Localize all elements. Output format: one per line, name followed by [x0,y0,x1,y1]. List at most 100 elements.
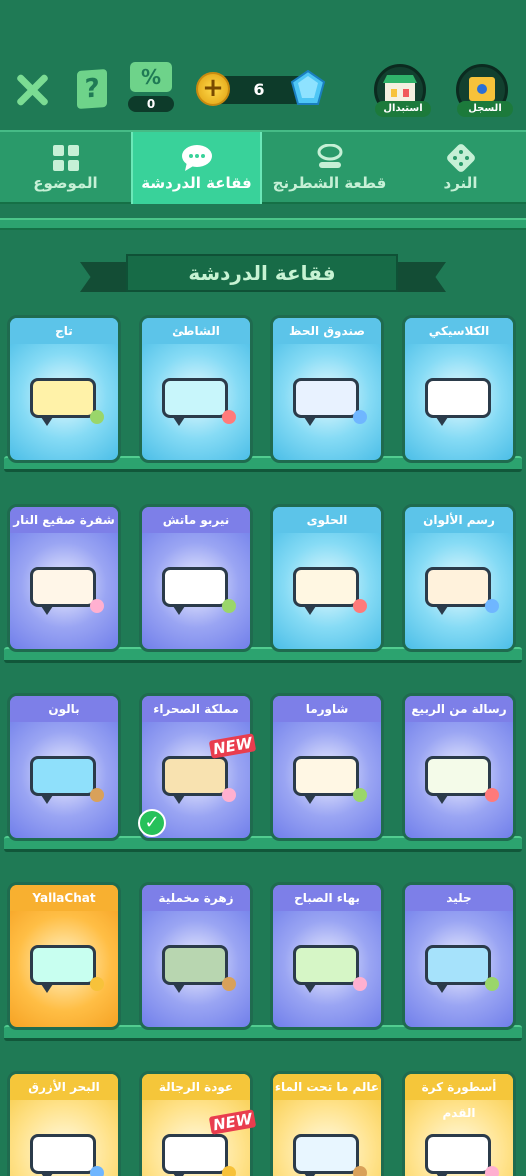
section-title: فقاعة الدردشة [126,254,398,292]
chat-bubble-card[interactable]: نيربو ماتش [139,504,253,652]
card-title: أسطورة كرة القدم [405,1074,513,1120]
bubble-decoration-icon [222,977,236,991]
card-title: الكلاسيكي [405,318,513,344]
top-bar: ? % 0 + 6 استبدال السجل [0,0,526,130]
card-title: البحر الأزرق [10,1074,118,1100]
tab-label: قطعة الشطرنج [272,174,387,192]
chat-bubble-card[interactable]: صندوق الحظ [270,315,384,463]
bubble-preview [425,1134,491,1176]
card-title: شاورما [273,696,381,722]
chat-bubble-card[interactable]: الحلوى [270,504,384,652]
chess-piece-icon [317,144,342,168]
tab-label: النرد [443,174,478,192]
bubble-decoration-icon [485,1166,499,1176]
tab-theme[interactable]: الموضوع [0,132,131,204]
card-title: بهاء الصباح [273,885,381,911]
card-title: الحلوى [273,507,381,533]
card-title: زهرة مخملية [142,885,250,911]
card-title: رسم الألوان [405,507,513,533]
bubble-decoration-icon [353,788,367,802]
chat-bubble-card[interactable]: الشاطئ [139,315,253,463]
divider-band [0,218,526,230]
exchange-label: استبدال [375,101,431,117]
bubble-preview [30,567,96,615]
card-title: شفرة صقيع النار [10,507,118,533]
bubble-preview [425,945,491,993]
coupon-button[interactable]: % 0 [128,62,174,114]
chat-bubble-card[interactable]: بالون [7,693,121,841]
bubble-preview [293,567,359,615]
bubble-preview [162,756,228,804]
tab-chat-bubble[interactable]: فقاعة الدردشة [131,132,262,204]
close-icon[interactable] [12,70,52,110]
bubble-preview [162,945,228,993]
coupon-count: 0 [128,96,174,112]
chat-bubble-card[interactable]: YallaChat [7,882,121,1030]
bubble-preview [425,756,491,804]
chat-bubble-card[interactable]: عالم ما تحت الماء [270,1071,384,1176]
card-title: عالم ما تحت الماء [273,1074,381,1100]
card-title: نيربو ماتش [142,507,250,533]
chat-bubble-card[interactable]: شفرة صقيع النار [7,504,121,652]
tab-label: فقاعة الدردشة [141,174,252,192]
bubble-decoration-icon [485,788,499,802]
bubble-decoration-icon [353,410,367,424]
bubble-decoration-icon [353,977,367,991]
chat-bubble-card[interactable]: أسطورة كرة القدم [402,1071,516,1176]
grid-icon [52,145,79,171]
exchange-shop-button[interactable]: استبدال [374,64,431,117]
bubble-decoration-icon [485,599,499,613]
bubble-preview [30,1134,96,1176]
bubble-decoration-icon [222,410,236,424]
bubble-decoration-icon [222,599,236,613]
card-title: تاج [10,318,118,344]
coin-count: 6 [253,80,265,99]
chat-bubble-card[interactable]: رسالة من الربيع [402,693,516,841]
bubble-preview [425,567,491,615]
add-coins-icon[interactable]: + [196,72,230,106]
card-title: الشاطئ [142,318,250,344]
tab-dice[interactable]: النرد [395,132,526,204]
tab-chess-piece[interactable]: قطعة الشطرنج [264,132,395,204]
card-title: صندوق الحظ [273,318,381,344]
bubble-decoration-icon [90,410,104,424]
chat-bubble-card[interactable]: البحر الأزرق [7,1071,121,1176]
ribbon-right [398,262,446,292]
card-title: مملكة الصحراء [142,696,250,722]
bubble-preview [293,1134,359,1176]
bubble-preview [162,1134,228,1176]
bubble-decoration-icon [90,1166,104,1176]
bubble-preview [30,378,96,426]
bubble-preview [30,756,96,804]
bubble-decoration-icon [90,977,104,991]
card-title: بالون [10,696,118,722]
bubble-preview [162,567,228,615]
chat-bubble-card[interactable]: شاورما [270,693,384,841]
chat-bubble-card[interactable]: الكلاسيكي [402,315,516,463]
history-button[interactable]: السجل [456,64,513,117]
chat-bubble-card[interactable]: بهاء الصباح [270,882,384,1030]
gem-icon [290,70,326,105]
chat-bubble-card[interactable]: رسم الألوان [402,504,516,652]
card-title: عودة الرجالة [142,1074,250,1100]
bubble-preview [30,945,96,993]
dice-icon [446,144,475,172]
bubble-preview [293,945,359,993]
ribbon-left [80,262,128,292]
bubble-preview [293,756,359,804]
percent-coupon-icon: % [130,62,172,92]
tab-label: الموضوع [33,174,98,192]
card-title: رسالة من الربيع [405,696,513,722]
category-tabs: الموضوع فقاعة الدردشة قطعة الشطرنج النرد [0,130,526,204]
help-icon[interactable]: ? [77,68,107,110]
bubble-preview [425,378,491,426]
chat-bubble-card[interactable]: تاج [7,315,121,463]
chat-bubble-card[interactable]: جليد [402,882,516,1030]
history-label: السجل [457,101,513,117]
bubble-preview [293,378,359,426]
card-title: YallaChat [10,885,118,911]
bubble-decoration-icon [90,788,104,802]
chat-bubble-icon [181,145,212,171]
bubble-decoration-icon [353,599,367,613]
chat-bubble-card[interactable]: زهرة مخملية [139,882,253,1030]
